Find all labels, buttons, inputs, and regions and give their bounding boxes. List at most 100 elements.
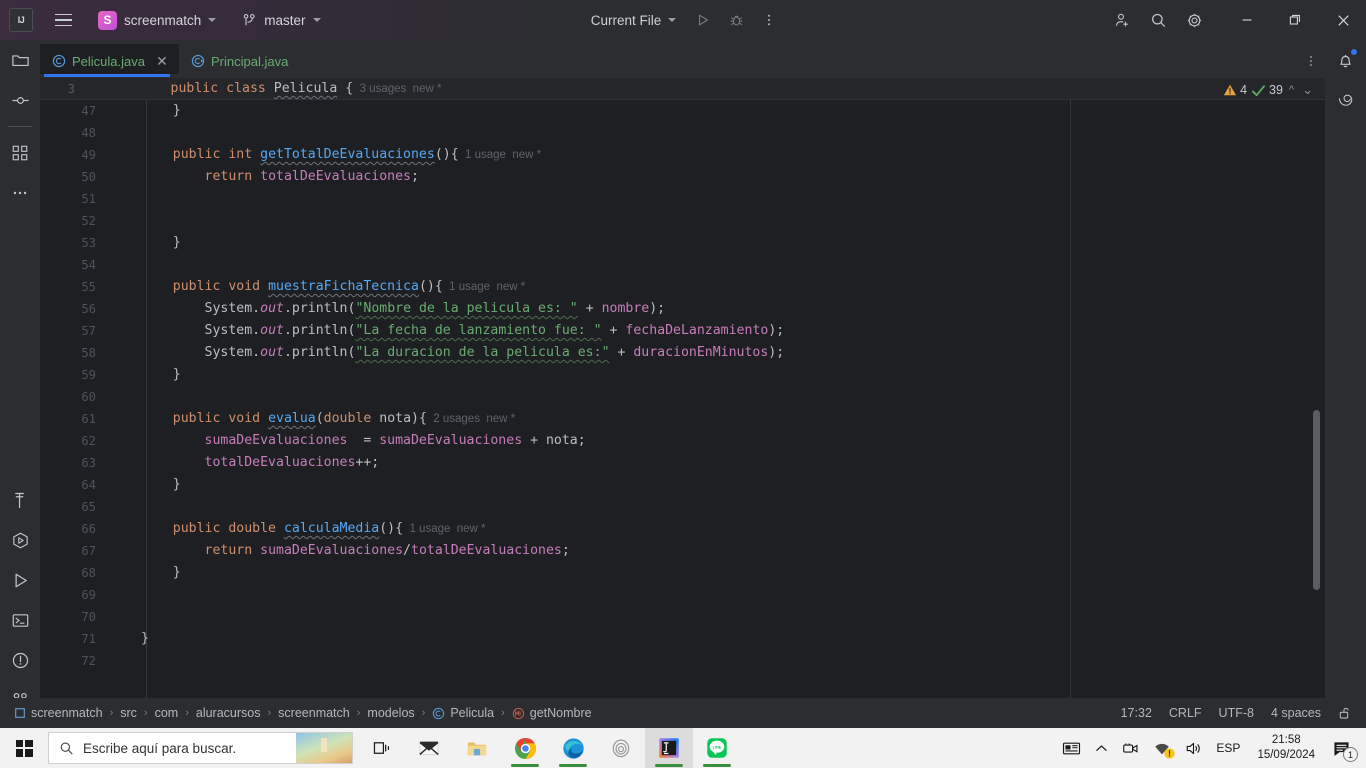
code-line[interactable]: 57 System.out.println("La fecha de lanza… bbox=[40, 320, 1325, 342]
taskbar-item-task-view[interactable] bbox=[357, 728, 405, 768]
code-content[interactable]: 47 } 48 49 public int getTotalDeEvaluacion… bbox=[40, 100, 1325, 672]
breadcrumb-item-screenmatch[interactable]: screenmatch bbox=[274, 706, 354, 720]
window-close-button[interactable] bbox=[1320, 0, 1366, 40]
code-line[interactable]: 52 bbox=[40, 210, 1325, 232]
project-name: screenmatch bbox=[124, 12, 202, 28]
sidebar-item-services[interactable] bbox=[0, 520, 40, 560]
taskbar-item-intellij-idea[interactable] bbox=[645, 728, 693, 768]
code-line[interactable]: 65 bbox=[40, 496, 1325, 518]
tray-clock[interactable]: 21:58 15/09/2024 bbox=[1247, 728, 1325, 768]
code-line[interactable]: 67 return sumaDeEvaluaciones/totalDeEval… bbox=[40, 540, 1325, 562]
share-project-button[interactable] bbox=[1108, 6, 1136, 34]
code-line[interactable]: 71} bbox=[40, 628, 1325, 650]
intellij-logo-icon[interactable]: IJ bbox=[9, 8, 33, 32]
tray-language[interactable]: ESP bbox=[1209, 728, 1247, 768]
code-line[interactable]: 64 } bbox=[40, 474, 1325, 496]
code-line[interactable]: 53 } bbox=[40, 232, 1325, 254]
indent-setting[interactable]: 4 spaces bbox=[1271, 706, 1321, 720]
file-encoding[interactable]: UTF-8 bbox=[1219, 706, 1254, 720]
code-line[interactable]: 60 bbox=[40, 386, 1325, 408]
code-token: } bbox=[141, 477, 181, 492]
tray-notifications[interactable]: 1 bbox=[1325, 728, 1362, 768]
taskbar-item-file-explorer[interactable] bbox=[453, 728, 501, 768]
sidebar-item-notifications[interactable] bbox=[1326, 40, 1366, 80]
code-line[interactable]: 49 public int getTotalDeEvaluaciones(){ … bbox=[40, 144, 1325, 166]
breadcrumb-item-com[interactable]: com bbox=[151, 706, 183, 720]
sidebar-item-run[interactable] bbox=[0, 560, 40, 600]
code-line[interactable]: 50 return totalDeEvaluaciones; bbox=[40, 166, 1325, 188]
sidebar-item-problems[interactable] bbox=[0, 640, 40, 680]
main-menu-button[interactable] bbox=[48, 5, 78, 35]
code-line[interactable]: 51 bbox=[40, 188, 1325, 210]
sticky-class-declaration[interactable]: 3 public class Pelicula { 3 usages new *… bbox=[40, 78, 1325, 100]
chevron-down-icon[interactable]: ⌄ bbox=[1300, 82, 1315, 98]
sidebar-item-build[interactable] bbox=[0, 480, 40, 520]
tray-volume[interactable] bbox=[1178, 728, 1209, 768]
code-lines-area[interactable]: 47 } 48 49 public int getTotalDeEvaluacion… bbox=[40, 100, 1325, 698]
settings-button[interactable] bbox=[1180, 6, 1208, 34]
inspection-warnings[interactable]: 4 bbox=[1223, 83, 1247, 97]
unlocked-padlock-icon[interactable] bbox=[1338, 706, 1352, 720]
code-line[interactable]: 54 bbox=[40, 254, 1325, 276]
tray-show-hidden-icons[interactable] bbox=[1088, 728, 1115, 768]
window-minimize-button[interactable] bbox=[1224, 0, 1270, 40]
tray-camera[interactable] bbox=[1115, 728, 1146, 768]
inspection-checks[interactable]: 39 bbox=[1251, 83, 1283, 98]
chevron-up-icon[interactable]: ^ bbox=[1287, 84, 1296, 96]
tray-news-widget[interactable] bbox=[1055, 728, 1088, 768]
run-button[interactable] bbox=[689, 6, 717, 34]
sidebar-item-ai-assistant[interactable] bbox=[1326, 80, 1366, 120]
project-selector[interactable]: S screenmatch bbox=[94, 7, 220, 33]
inspection-widget[interactable]: 4 39 ^ ⌄ bbox=[1223, 80, 1315, 100]
taskbar-item-line[interactable]: LINE bbox=[693, 728, 741, 768]
run-configuration-selector[interactable]: Current File bbox=[583, 7, 685, 33]
code-line[interactable]: 69 bbox=[40, 584, 1325, 606]
code-editor[interactable]: 3 public class Pelicula { 3 usages new *… bbox=[40, 78, 1325, 698]
taskbar-search-box[interactable]: Escribe aquí para buscar. bbox=[48, 732, 353, 764]
code-line[interactable]: 56 System.out.println("Nombre de la peli… bbox=[40, 298, 1325, 320]
line-number: 65 bbox=[81, 500, 96, 514]
tab-options-button[interactable] bbox=[1297, 44, 1325, 78]
code-line[interactable]: 70 bbox=[40, 606, 1325, 628]
code-line[interactable]: 72 bbox=[40, 650, 1325, 672]
sidebar-item-plugins[interactable] bbox=[0, 133, 40, 173]
sidebar-item-terminal[interactable] bbox=[0, 600, 40, 640]
sticky-usages-hint[interactable]: 3 usages bbox=[360, 83, 407, 95]
code-line[interactable]: 62 sumaDeEvaluaciones = sumaDeEvaluacion… bbox=[40, 430, 1325, 452]
code-token: out bbox=[260, 323, 284, 338]
sidebar-item-commit[interactable] bbox=[0, 80, 40, 120]
line-separator[interactable]: CRLF bbox=[1169, 706, 1202, 720]
breadcrumb-item-screenmatch[interactable]: screenmatch bbox=[10, 706, 107, 720]
code-line[interactable]: 47 } bbox=[40, 100, 1325, 122]
branch-selector[interactable]: master bbox=[242, 7, 321, 33]
taskbar-item-mail[interactable] bbox=[405, 728, 453, 768]
sidebar-item-project[interactable] bbox=[0, 40, 40, 80]
code-line[interactable]: 59 } bbox=[40, 364, 1325, 386]
code-line[interactable]: 68 } bbox=[40, 562, 1325, 584]
code-line[interactable]: 61 public void evalua(double nota){ 2 us… bbox=[40, 408, 1325, 430]
window-maximize-button[interactable] bbox=[1272, 0, 1318, 40]
code-line[interactable]: 55 public void muestraFichaTecnica(){ 1 … bbox=[40, 276, 1325, 298]
more-actions-button[interactable] bbox=[755, 6, 783, 34]
code-line[interactable]: 63 totalDeEvaluaciones++; bbox=[40, 452, 1325, 474]
sidebar-item-more[interactable] bbox=[0, 173, 40, 213]
taskbar-item-ring-app[interactable] bbox=[597, 728, 645, 768]
breadcrumb-item-modelos[interactable]: modelos bbox=[363, 706, 418, 720]
search-everywhere-button[interactable] bbox=[1144, 6, 1172, 34]
breadcrumb[interactable]: screenmatch › src › com › aluracursos › screenma… bbox=[10, 706, 596, 720]
breadcrumb-item-getnombre[interactable]: getNombre bbox=[508, 706, 596, 720]
breadcrumb-item-pelicula[interactable]: Pelicula bbox=[428, 706, 498, 720]
breadcrumb-item-aluracursos[interactable]: aluracursos bbox=[192, 706, 265, 720]
breadcrumb-item-src[interactable]: src bbox=[116, 706, 141, 720]
code-line[interactable]: 48 bbox=[40, 122, 1325, 144]
editor-vertical-scrollbar[interactable] bbox=[1313, 410, 1320, 590]
taskbar-item-google-chrome[interactable] bbox=[501, 728, 549, 768]
taskbar-item-microsoft-edge[interactable] bbox=[549, 728, 597, 768]
debug-button[interactable] bbox=[722, 6, 750, 34]
caret-position[interactable]: 17:32 bbox=[1121, 706, 1152, 720]
code-line[interactable]: 66 public double calculaMedia(){ 1 usage… bbox=[40, 518, 1325, 540]
unlocked-padlock-icon bbox=[1339, 707, 1349, 719]
tray-network[interactable] bbox=[1146, 728, 1178, 768]
code-line[interactable]: 58 System.out.println("La duracion de la… bbox=[40, 342, 1325, 364]
start-button[interactable] bbox=[0, 728, 48, 768]
